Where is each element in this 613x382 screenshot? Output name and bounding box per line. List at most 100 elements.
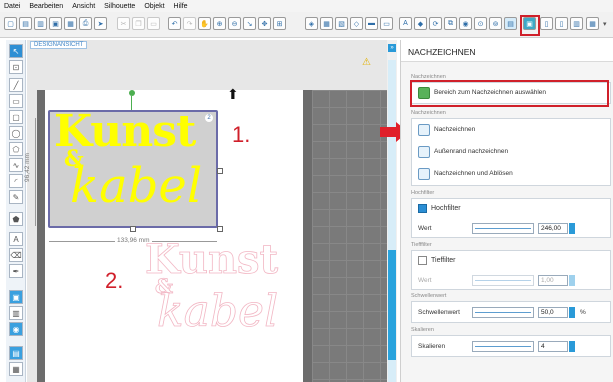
zoom-drag-icon[interactable]: ✥ [258, 17, 271, 30]
library-icon[interactable]: ▦ [64, 17, 77, 30]
print-icon[interactable]: ⎙ [79, 17, 92, 30]
cut-icon[interactable]: ✂ [117, 17, 130, 30]
mat-grid [312, 90, 387, 382]
save-icon[interactable]: ▣ [49, 17, 62, 30]
rectangle-tool-icon[interactable]: ▭ [9, 94, 23, 108]
window-icon[interactable]: ▦ [9, 362, 23, 376]
scale-value-field[interactable]: 4 [538, 341, 568, 352]
copy-icon[interactable]: ❐ [132, 17, 145, 30]
rounded-rect-icon[interactable]: ▢ [9, 110, 23, 124]
menu-bearbeiten[interactable]: Bearbeiten [29, 3, 63, 10]
freehand-icon[interactable]: ✎ [9, 190, 23, 204]
resize-handle-right[interactable] [217, 168, 223, 174]
curve-tool-icon[interactable]: ∿ [9, 158, 23, 172]
lowpass-slider[interactable] [472, 275, 534, 286]
step-2-label: 2. [105, 268, 124, 293]
highpass-value-field[interactable]: 246,00 [538, 223, 568, 234]
ellipse-tool-icon[interactable]: ◯ [9, 126, 23, 140]
cut-settings-icon[interactable]: ▧ [335, 17, 348, 30]
arc-tool-icon[interactable]: ◜ [9, 174, 23, 188]
send-icon[interactable]: ➤ [94, 17, 107, 30]
zoom-select-icon[interactable]: ↘ [243, 17, 256, 30]
scale-spinner[interactable] [569, 341, 575, 352]
threshold-slider[interactable] [472, 307, 534, 318]
trace-release-icon[interactable] [418, 168, 430, 180]
pentagon-icon[interactable]: ⬟ [9, 212, 23, 226]
scale-box: Skalieren 4 [411, 335, 611, 357]
panel-expand-icon[interactable]: » [388, 44, 396, 52]
trace-icon[interactable] [418, 124, 430, 136]
menu-hilfe[interactable]: Hilfe [174, 3, 188, 10]
eraser-icon[interactable]: ⌫ [9, 248, 23, 262]
trace-outer-icon[interactable] [418, 146, 430, 158]
lowpass-value-field[interactable]: 1,00 [538, 275, 568, 286]
paste-icon[interactable]: ▭ [147, 17, 160, 30]
library-panel-icon[interactable]: ▥ [9, 306, 23, 320]
polygon-tool-icon[interactable]: ⬠ [9, 142, 23, 156]
highpass-value-label: Wert [418, 225, 432, 232]
lowpass-box: Tieffilter Wert 1,00 [411, 250, 611, 290]
toolbar-more-icon[interactable]: ▾ [603, 20, 607, 28]
threshold-spinner[interactable] [569, 307, 575, 318]
highpass-slider[interactable] [472, 223, 534, 234]
selected-trace-image[interactable]: Kunst & kabel 2 [48, 106, 218, 228]
lowpass-checkbox[interactable] [418, 256, 427, 265]
resize-handle-corner[interactable] [217, 226, 223, 232]
scroll-thumb[interactable] [388, 250, 396, 360]
line-tool-icon[interactable]: ╱ [9, 78, 23, 92]
modify-icon[interactable]: ⧉ [444, 17, 457, 30]
trace-highlight-box [520, 15, 540, 36]
page-settings-icon[interactable]: ◈ [305, 17, 318, 30]
threshold-value-field[interactable]: 50,0 [538, 307, 568, 318]
highpass-checkbox[interactable] [418, 204, 427, 213]
grid-icon[interactable]: ▦ [320, 17, 333, 30]
point-edit-icon[interactable]: ⊡ [9, 60, 23, 74]
align-icon[interactable]: ⊙ [474, 17, 487, 30]
panel-left-icon[interactable]: ▣ [9, 290, 23, 304]
text-icon[interactable]: A [399, 17, 412, 30]
store-icon[interactable]: ⊚ [489, 17, 502, 30]
transform-icon[interactable]: ◆ [414, 17, 427, 30]
sketch-icon[interactable]: ▥ [570, 17, 583, 30]
threshold-box: Schwellenwert 50,0 % [411, 301, 611, 323]
redo-icon[interactable]: ↷ [183, 17, 196, 30]
undo-icon[interactable]: ↶ [168, 17, 181, 30]
zoom-out-icon[interactable]: ⊖ [228, 17, 241, 30]
highpass-spinner[interactable] [569, 223, 575, 234]
trace-outer-button[interactable]: Außenrand nachzeichnen [434, 148, 508, 155]
offset-icon[interactable]: ◉ [459, 17, 472, 30]
left-toolbar: ↖ ⊡ ╱ ▭ ▢ ◯ ⬠ ∿ ◜ ✎ ⬟ A ⌫ ✒ ▣ ▥ ◉ ▤ ▦ [6, 40, 26, 382]
resize-handle-bottom[interactable] [130, 226, 136, 232]
template-icon[interactable]: ▤ [19, 17, 32, 30]
fill-color-icon[interactable]: ▬ [365, 17, 378, 30]
layers-panel-icon[interactable]: ▤ [9, 346, 23, 360]
pixscan-icon[interactable]: ▯ [555, 17, 568, 30]
open-file-icon[interactable]: ▥ [34, 17, 47, 30]
trace-release-button[interactable]: Nachzeichnen und Ablösen [434, 170, 513, 177]
menu-silhouette[interactable]: Silhouette [104, 3, 135, 10]
new-file-icon[interactable]: ▢ [4, 17, 17, 30]
panel-toggle-icon[interactable]: ▦ [586, 17, 599, 30]
threshold-label: Schwellenwert [418, 309, 460, 316]
menu-ansicht[interactable]: Ansicht [72, 3, 95, 10]
replicate-icon[interactable]: ⟳ [429, 17, 442, 30]
knife-icon[interactable]: ✒ [9, 264, 23, 278]
layers-icon[interactable]: ▤ [504, 17, 517, 30]
zoom-in-icon[interactable]: ⊕ [213, 17, 226, 30]
print-cut-icon[interactable]: ▯ [540, 17, 553, 30]
trace-button[interactable]: Nachzeichnen [434, 126, 475, 133]
vertical-scrollbar[interactable]: » [387, 40, 397, 382]
select-tool-icon[interactable]: ↖ [9, 44, 23, 58]
menu-datei[interactable]: Datei [4, 3, 20, 10]
settings-panel-icon[interactable]: ◉ [9, 322, 23, 336]
lowpass-spinner[interactable] [569, 275, 575, 286]
design-canvas[interactable]: DESIGNANSICHT ⚠ ⬆ Kunst & kabel 2 96,42 … [24, 40, 387, 382]
scale-slider[interactable] [472, 341, 534, 352]
text-tool-icon[interactable]: A [9, 232, 23, 246]
rotation-handle[interactable] [129, 90, 135, 96]
shape-icon[interactable]: ◇ [350, 17, 363, 30]
pan-icon[interactable]: ✋ [198, 17, 211, 30]
line-color-icon[interactable]: ▭ [380, 17, 393, 30]
fit-page-icon[interactable]: ⊞ [273, 17, 286, 30]
menu-objekt[interactable]: Objekt [144, 3, 164, 10]
